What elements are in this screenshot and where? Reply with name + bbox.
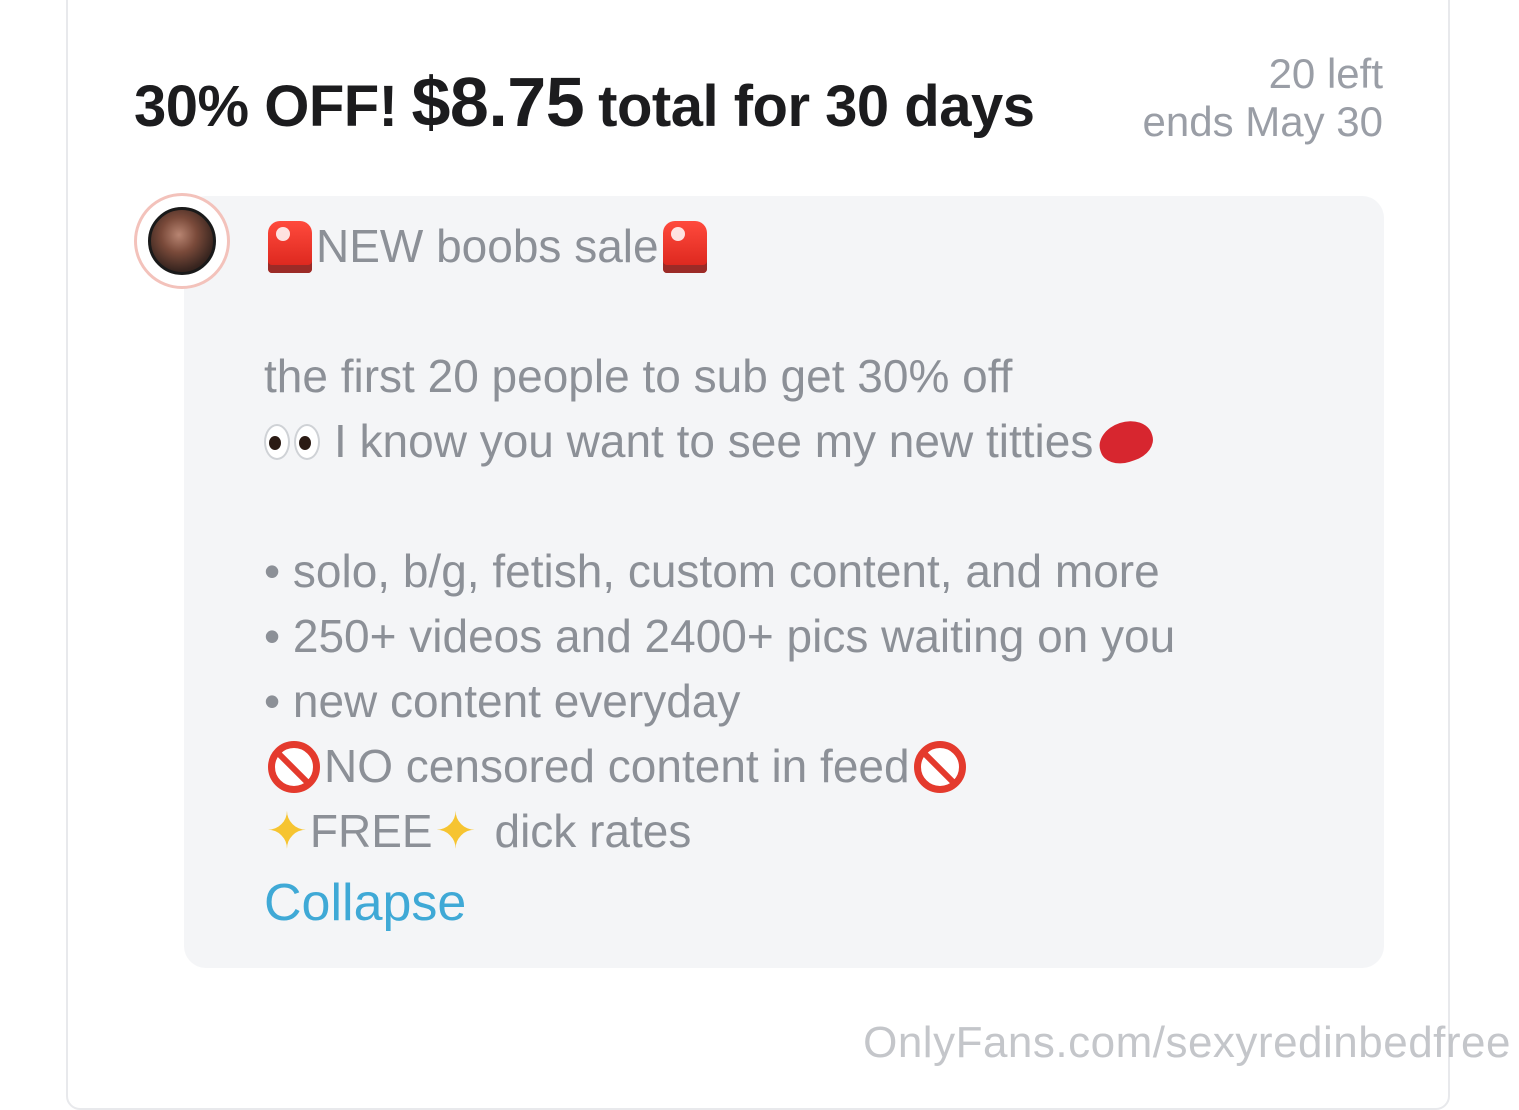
watermark: OnlyFans.com/sexyredinbedfree [863,1018,1511,1067]
offer-remaining: 20 left [1268,50,1383,97]
no-censor-text: NO censored content in feed [324,740,910,792]
siren-icon [662,220,707,273]
message-line-2: I know you want to see my new titties [264,409,1175,474]
bullet-2: • 250+ videos and 2400+ pics waiting on … [264,610,1176,662]
offer-title: 30% OFF! $8.75 total for 30 days [134,62,1035,142]
offer-meta: 20 left ends May 30 [1143,50,1383,146]
offer-ends: ends May 30 [1142,98,1383,145]
line-2-text: I know you want to see my new titties [334,415,1094,467]
prohibited-icon [268,740,320,793]
eyes-icon [264,423,320,460]
message-line-1: the first 20 people to sub get 30% off [264,350,1013,402]
kiss-mark-icon [1094,414,1159,469]
offer-price: $8.75 [411,63,585,141]
bullet-1: • solo, b/g, fetish, custom content, and… [264,545,1160,597]
headline-text: NEW boobs sale [316,220,659,272]
avatar[interactable] [134,193,230,289]
free-word: FREE [309,805,433,857]
avatar-image [148,207,216,275]
free-line: ✦ FREE ✦ dick rates [264,799,1175,864]
sparkles-icon: ✦ [434,803,477,859]
free-rest: dick rates [494,805,692,857]
sparkles-icon: ✦ [266,803,308,859]
bullet-3: • new content everyday [264,675,741,727]
offer-duration: total for 30 days [598,74,1035,139]
collapse-link[interactable]: Collapse [264,873,466,933]
offer-discount: 30% OFF! [134,74,398,139]
message-headline: NEW boobs sale [264,214,1175,279]
promo-message: NEW boobs sale the first 20 people to su… [264,214,1175,864]
siren-icon [268,220,312,273]
prohibited-icon [913,740,966,793]
no-censor-line: NO censored content in feed [264,734,1175,799]
